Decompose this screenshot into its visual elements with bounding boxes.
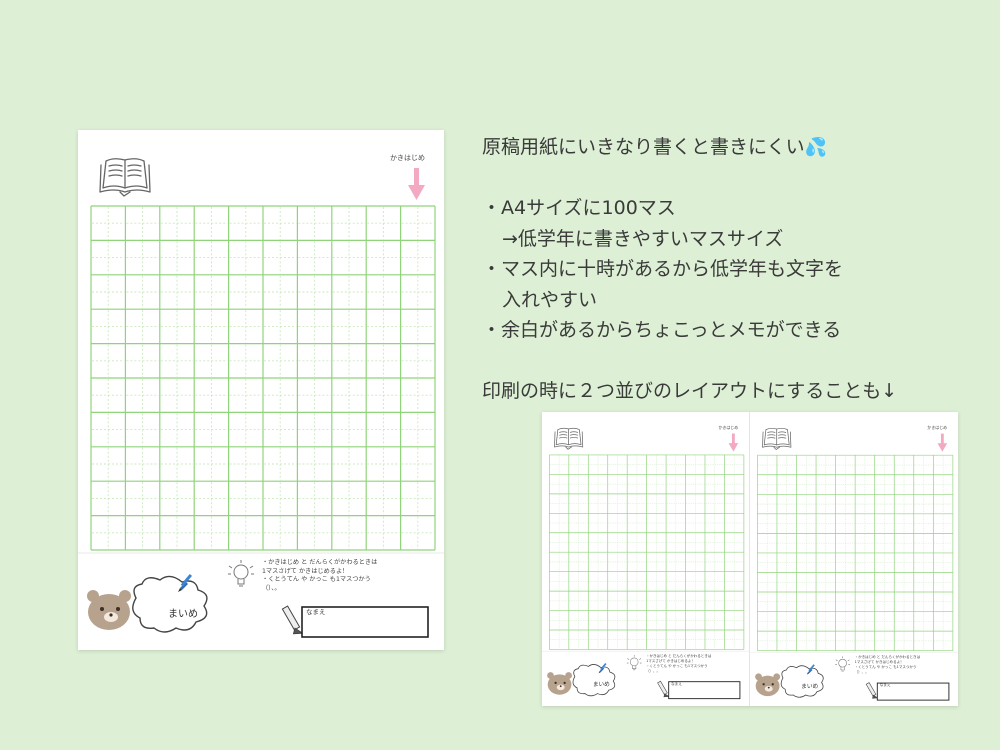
speech-cloud [780, 665, 824, 698]
brand-label: まいめ [592, 682, 610, 689]
main-worksheet: かきはじめ・かきはじめ と だんらくがかわるときは 1マスさげて かきはじめるよ！… [78, 130, 444, 650]
open-book-icon [99, 158, 151, 197]
bullet-margin-memo: ・余白があるからちょこっとメモができる [482, 319, 842, 341]
lightbulb-icon [228, 560, 254, 587]
instruction-line: ・くとうてん や かっこ も1マスつかう [262, 576, 371, 584]
instruction-line: ・くとうてん や かっこ も1マスつかう [646, 663, 708, 668]
instruction-line: ・かきはじめ と だんらくがかわるときは [262, 559, 378, 566]
name-label: なまえ [879, 683, 891, 688]
description-title: 原稿用紙にいきなり書くと書きにくい💦 [482, 136, 828, 158]
instruction-line: 1マスさげて かきはじめるよ！ [262, 567, 349, 575]
down-arrow-icon [937, 433, 948, 452]
main-sheet-graphics [78, 158, 444, 638]
preview-worksheet-left: かきはじめ ・かきはじめ と だんらくがかわるときは 1マスさげて かきはじめるよ！… [542, 412, 749, 706]
bullet-100-squares: ・A4サイズに100マス [482, 197, 676, 219]
bullet-cross-guides: ・マス内に十時があるから低学年も文字を [482, 258, 844, 280]
instruction-line: （）、。 [262, 584, 281, 592]
down-arrow-icon [408, 168, 425, 200]
bear-icon [87, 590, 131, 630]
pencil-icon [657, 680, 670, 698]
brand-label: まいめ [801, 683, 819, 690]
open-book-icon [554, 427, 584, 450]
lightbulb-icon [835, 656, 851, 672]
writing-grid [90, 205, 436, 551]
print-layout-note: 印刷の時に２つ並びのレイアウトにすることも↓ [482, 380, 898, 402]
bear-icon [547, 672, 572, 695]
name-label: なまえ [306, 608, 326, 616]
speech-cloud [132, 575, 208, 633]
instruction-line: （）、。 [854, 670, 869, 675]
bullet-cross-guides-cont: 入れやすい [502, 288, 598, 311]
lightbulb-icon [626, 655, 642, 671]
start-label: かきはじめ [927, 425, 948, 431]
instruction-line: （）、。 [646, 668, 661, 673]
down-arrow-icon [728, 433, 739, 452]
start-label: かきはじめ [390, 154, 425, 162]
bullet-100-squares-sub: →低学年に書きやすいマスサイズ [502, 227, 784, 250]
description-panel: 原稿用紙にいきなり書くと書きにくい💦 ・A4サイズに100マス →低学年に書きや… [482, 132, 982, 407]
sweat-drops-icon: 💦 [804, 137, 828, 158]
pencil-icon [865, 682, 879, 699]
brand-label: まいめ [168, 609, 198, 620]
name-label: なまえ [670, 681, 682, 686]
two-up-preview: かきはじめ ・かきはじめ と だんらくがかわるときは 1マスさげて かきはじめるよ！… [542, 412, 958, 706]
writing-grid [549, 454, 745, 650]
speech-cloud [572, 664, 616, 697]
writing-grid [757, 454, 954, 652]
preview-worksheet-right: かきはじめ ・かきはじめ と だんらくがかわるときは 1マスさげて かきはじめるよ！… [750, 412, 958, 706]
bear-icon [755, 673, 781, 697]
start-label: かきはじめ [718, 425, 739, 431]
pencil-icon [281, 605, 304, 635]
open-book-icon [762, 427, 792, 450]
